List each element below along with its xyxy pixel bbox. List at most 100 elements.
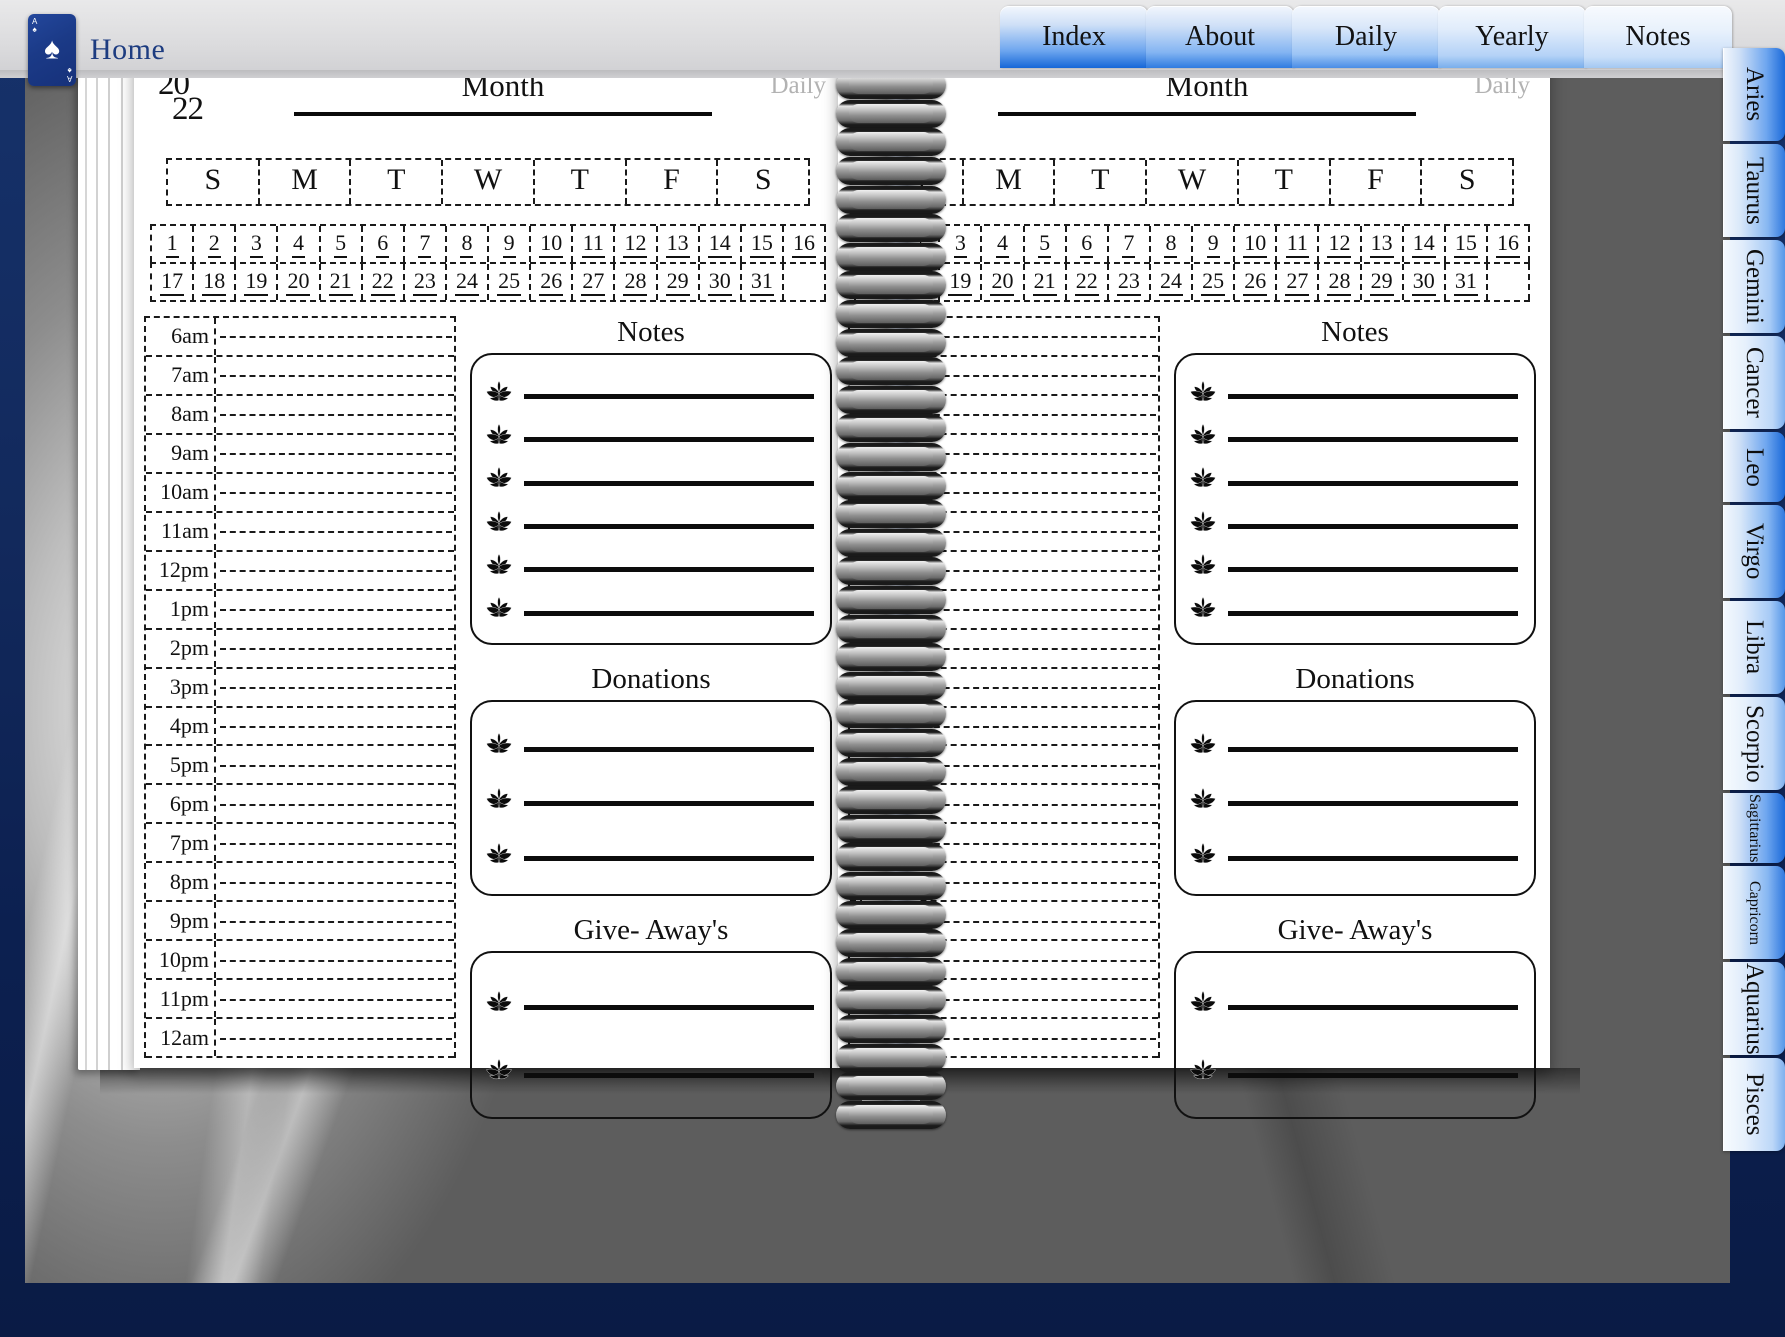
panel-entry-line[interactable] (1228, 480, 1518, 486)
panel-entry-line[interactable] (1228, 610, 1518, 616)
panel-entry-row[interactable] (1188, 422, 1518, 446)
hour-row[interactable]: 7am (146, 356, 454, 396)
date-cell[interactable]: 27 (1277, 264, 1320, 300)
panel-entry-row[interactable] (484, 379, 814, 403)
date-cell[interactable]: 7 (405, 226, 447, 262)
hour-row[interactable]: 11am (146, 512, 454, 552)
date-cell[interactable]: 27 (573, 264, 616, 300)
date-cell[interactable]: 23 (1109, 264, 1151, 300)
panel-entry-line[interactable] (524, 746, 814, 752)
hour-row[interactable]: 9pm (146, 902, 454, 942)
panel-entry-row[interactable] (484, 509, 814, 533)
panel-entry-row[interactable] (484, 422, 814, 446)
weekday-cell[interactable]: F (1331, 160, 1423, 204)
date-cell[interactable]: 7 (1109, 226, 1151, 262)
zodiac-tab-libra[interactable]: Libra (1723, 601, 1785, 694)
hour-entry-line[interactable] (216, 591, 454, 628)
date-cell[interactable]: 25 (489, 264, 532, 300)
date-cell[interactable]: 16 (784, 226, 826, 262)
hour-entry-line[interactable] (216, 669, 454, 706)
panel-entry-line[interactable] (524, 437, 814, 443)
date-cell[interactable]: 6 (1067, 226, 1109, 262)
planner-page-left[interactable]: 20 22 Month Daily S M T W T F S 1 2 3 4 5 6 7 8 9 10 11 12 13 14… (134, 48, 846, 1119)
panel-entry-row[interactable] (1188, 509, 1518, 533)
date-cell[interactable]: 21 (1025, 264, 1067, 300)
panel-entry-row[interactable] (484, 731, 814, 755)
hour-entry-line[interactable] (216, 980, 454, 1017)
hour-row[interactable]: 8am (146, 395, 454, 435)
weekday-cell[interactable]: S (718, 160, 811, 204)
date-cell[interactable]: 24 (447, 264, 489, 300)
hour-entry-line[interactable] (216, 902, 454, 939)
date-cell[interactable]: 14 (700, 226, 742, 262)
zodiac-tab-gemini[interactable]: Gemini (1723, 240, 1785, 333)
date-cell[interactable]: 29 (658, 264, 700, 300)
hour-entry-line[interactable] (216, 474, 454, 511)
panel-entry-row[interactable] (484, 841, 814, 865)
date-cell[interactable]: 28 (615, 264, 658, 300)
hour-entry-line[interactable] (216, 552, 454, 589)
panel-entry-line[interactable] (524, 480, 814, 486)
hour-entry-line[interactable] (216, 941, 454, 978)
hour-entry-line[interactable] (216, 746, 454, 783)
hour-row[interactable]: 10pm (146, 941, 454, 981)
panel-box[interactable] (1174, 700, 1536, 896)
panel-entry-row[interactable] (484, 1057, 814, 1081)
hour-row[interactable]: 9am (146, 434, 454, 474)
date-cell[interactable]: 19 (940, 264, 983, 300)
date-cell[interactable]: 26 (531, 264, 574, 300)
hour-entry-line[interactable] (216, 708, 454, 745)
hour-entry-line[interactable] (920, 902, 1158, 939)
date-cell[interactable]: 24 (1151, 264, 1193, 300)
hour-row[interactable]: 12pm (146, 551, 454, 591)
date-cell[interactable]: 17 (152, 264, 195, 300)
weekday-cell[interactable]: T (535, 160, 627, 204)
date-cell[interactable]: 9 (1193, 226, 1236, 262)
date-cell[interactable]: 31 (1446, 264, 1488, 300)
panel-entry-line[interactable] (524, 524, 814, 530)
date-cell[interactable]: 5 (1025, 226, 1067, 262)
panel-entry-line[interactable] (524, 1072, 814, 1078)
panel-entry-row[interactable] (1188, 379, 1518, 403)
panel-entry-row[interactable] (1188, 1057, 1518, 1081)
hour-entry-line[interactable] (920, 318, 1158, 355)
date-cell[interactable]: 16 (1488, 226, 1530, 262)
panel-box[interactable] (470, 700, 832, 896)
hour-entry-line[interactable] (920, 941, 1158, 978)
zodiac-tab-aries[interactable]: Aries (1723, 48, 1785, 141)
weekday-cell[interactable]: F (627, 160, 719, 204)
date-cell[interactable]: 1 (152, 226, 195, 262)
zodiac-tab-scorpio[interactable]: Scorpio (1723, 697, 1785, 790)
hour-entry-line[interactable] (920, 513, 1158, 550)
hour-entry-line[interactable] (216, 318, 454, 355)
panel-box[interactable] (1174, 951, 1536, 1119)
panel-entry-row[interactable] (484, 465, 814, 489)
hour-entry-line[interactable] (920, 474, 1158, 511)
hour-row[interactable]: 12am (146, 1019, 454, 1059)
zodiac-tab-aquarius[interactable]: Aquarius (1723, 962, 1785, 1055)
panel-entry-row[interactable] (1188, 841, 1518, 865)
panel-entry-line[interactable] (1228, 524, 1518, 530)
hour-entry-line[interactable] (920, 1019, 1158, 1056)
hour-entry-line[interactable] (216, 630, 454, 667)
hour-entry-line[interactable] (920, 708, 1158, 745)
weekday-cell[interactable]: M (260, 160, 352, 204)
panel-entry-row[interactable] (484, 552, 814, 576)
weekday-cell[interactable]: T (1055, 160, 1148, 204)
hour-row[interactable]: 3pm (146, 668, 454, 708)
date-cell[interactable]: 28 (1319, 264, 1362, 300)
weekday-cell[interactable]: W (443, 160, 535, 204)
tab-daily[interactable]: Daily (1292, 6, 1440, 68)
weekday-cell[interactable]: S (168, 160, 260, 204)
date-cell[interactable]: 15 (742, 226, 784, 262)
panel-entry-line[interactable] (1228, 437, 1518, 443)
hour-entry-line[interactable] (920, 396, 1158, 433)
hour-entry-line[interactable] (216, 824, 454, 861)
zodiac-tab-leo[interactable]: Leo (1723, 432, 1785, 502)
panel-entry-line[interactable] (1228, 801, 1518, 807)
date-cell[interactable]: 11 (1277, 226, 1320, 262)
panel-entry-line[interactable] (1228, 1004, 1518, 1010)
hour-row[interactable]: 7pm (146, 824, 454, 864)
panel-entry-line[interactable] (524, 394, 814, 400)
date-cell[interactable]: 19 (236, 264, 279, 300)
